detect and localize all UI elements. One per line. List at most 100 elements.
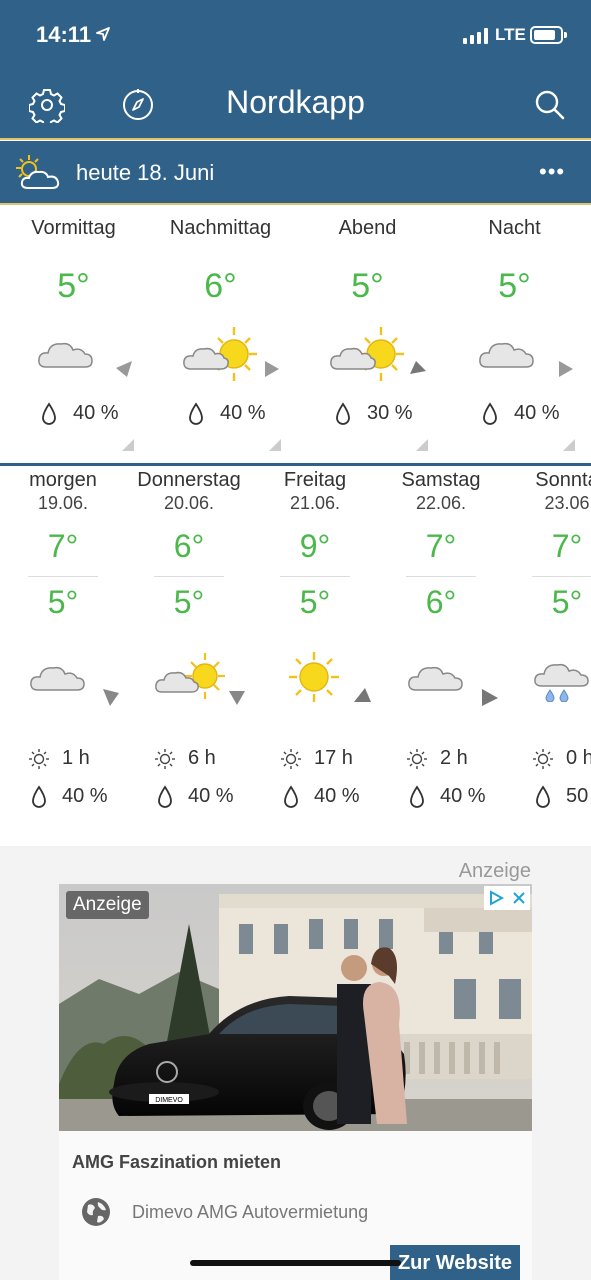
sun-cloud-icon	[330, 327, 404, 381]
location-arrow-icon	[96, 27, 110, 46]
rain-probability: 40 %	[220, 402, 266, 424]
period-nacht[interactable]: Nacht 5° 40 %	[441, 205, 588, 463]
ad-image[interactable]: DIMEVO Anzeige	[59, 884, 532, 1131]
period-vormittag[interactable]: Vormittag 5° 40 %	[0, 205, 147, 463]
sun-cloud-icon	[183, 327, 257, 381]
raindrop-icon	[483, 402, 497, 425]
rain-probability: 40 %	[514, 402, 560, 424]
close-icon[interactable]	[512, 891, 526, 905]
day-date: 22.06.	[415, 493, 467, 513]
battery-icon	[530, 26, 567, 44]
cloud-icon	[408, 666, 463, 691]
temp-separator	[154, 576, 224, 577]
period-temp: 6°	[204, 267, 237, 305]
period-temp: 5°	[351, 267, 384, 305]
day-header[interactable]: heute 18. Juni •••	[0, 141, 591, 203]
signal-icon	[463, 28, 488, 44]
rain-probability: 40 %	[73, 402, 119, 424]
forecast-day-donnerstag[interactable]: Donnerstag 20.06. 6° 5° 6 h 40 %	[126, 466, 252, 846]
temp-high: 9°	[299, 528, 331, 564]
sun-cloud-icon	[155, 653, 225, 699]
wind-direction-icon	[265, 361, 279, 377]
period-nachmittag[interactable]: Nachmittag 6° 40 %	[147, 205, 294, 463]
nav-bar: Nordkapp	[0, 70, 591, 140]
forecast-day-morgen[interactable]: morgen 19.06. 7° 5° 1 h 40 %	[0, 466, 126, 846]
raindrop-icon	[158, 785, 172, 808]
day-date: 20.06.	[163, 493, 215, 513]
ad-tag: Anzeige	[66, 891, 149, 919]
adchoices-icon[interactable]	[488, 890, 504, 906]
daily-forecast[interactable]: morgen 19.06. 7° 5° 1 h 40 % Donnerstag …	[0, 466, 591, 846]
rain-probability: 40 %	[62, 785, 108, 807]
status-time: 14:11	[36, 22, 92, 47]
forecast-day-freitag[interactable]: Freitag 21.06. 9° 5° 17 h 40 %	[252, 466, 378, 846]
ad-photo-car: DIMEVO	[59, 884, 532, 1131]
ad-card[interactable]: DIMEVO Anzeige AMG Faszination mieten Di…	[59, 884, 532, 1280]
sunshine-icon	[281, 749, 301, 769]
ad-choices[interactable]	[484, 886, 530, 910]
rain-probability: 40 %	[440, 785, 486, 807]
period-temp: 5°	[57, 267, 90, 305]
temp-separator	[280, 576, 350, 577]
ad-label: Anzeige	[458, 860, 531, 882]
rain-probability: 50	[566, 785, 589, 807]
sunshine-icon	[155, 749, 175, 769]
day-name: Freitag	[283, 469, 347, 491]
raindrop-icon	[336, 402, 350, 425]
sunshine-hours: 1 h	[62, 747, 90, 769]
sunshine-hours: 6 h	[188, 747, 216, 769]
wind-direction-icon	[559, 361, 573, 377]
wind-direction-icon	[482, 689, 498, 706]
top-bar: 14:11 LTE Nordkapp	[0, 0, 591, 140]
sunshine-hours: 17 h	[314, 747, 353, 769]
rain-cloud-icon	[534, 663, 589, 702]
cloud-icon	[38, 342, 93, 368]
day-name: Samstag	[401, 469, 481, 491]
day-name: Sonnta	[535, 469, 591, 491]
forecast-day-samstag[interactable]: Samstag 22.06. 7° 6° 2 h 40 %	[378, 466, 504, 846]
forecast-day-sonntag[interactable]: Sonnta 23.06 7° 5° 0 h 50	[504, 466, 591, 846]
ad-title[interactable]: AMG Faszination mieten	[72, 1152, 281, 1173]
expand-corner-icon	[563, 439, 575, 451]
location-title: Nordkapp	[226, 84, 365, 120]
expand-corner-icon	[122, 439, 134, 451]
temp-separator	[406, 576, 476, 577]
period-label: Abend	[338, 217, 397, 239]
rain-probability: 40 %	[188, 785, 234, 807]
day-label: heute 18. Juni	[76, 160, 215, 185]
sunshine-hours: 2 h	[440, 747, 468, 769]
raindrop-icon	[410, 785, 424, 808]
period-label: Vormittag	[31, 217, 116, 239]
temp-high: 7°	[551, 528, 583, 564]
cloud-icon	[30, 666, 85, 691]
temp-high: 7°	[425, 528, 457, 564]
raindrop-icon	[42, 402, 56, 425]
cloud-icon	[479, 342, 534, 368]
home-indicator[interactable]	[190, 1260, 401, 1266]
raindrop-icon	[189, 402, 203, 425]
day-name: morgen	[29, 469, 97, 491]
raindrop-icon	[284, 785, 298, 808]
temp-low: 5°	[299, 584, 331, 620]
sun-cloud-icon	[12, 153, 66, 198]
expand-corner-icon	[269, 439, 281, 451]
sunshine-icon	[533, 749, 553, 769]
search-icon[interactable]	[530, 85, 570, 125]
sunshine-icon	[29, 749, 49, 769]
more-options-button[interactable]: •••	[539, 159, 565, 185]
temp-separator	[28, 576, 98, 577]
day-name: Donnerstag	[137, 469, 241, 491]
visit-website-button[interactable]: Zur Website	[390, 1245, 520, 1280]
today-periods: Vormittag 5° 40 % Nachmittag 6° 40 % Abe…	[0, 205, 591, 463]
sunshine-icon	[407, 749, 427, 769]
day-date: 23.06	[544, 493, 590, 513]
temp-high: 7°	[47, 528, 79, 564]
wind-direction-icon	[354, 688, 371, 702]
temp-low: 6°	[425, 584, 457, 620]
rain-probability: 40 %	[314, 785, 360, 807]
wind-direction-icon	[229, 691, 245, 705]
raindrop-icon	[32, 785, 46, 808]
sun-icon	[289, 652, 339, 702]
day-date: 21.06.	[289, 493, 341, 513]
period-abend[interactable]: Abend 5° 30 %	[294, 205, 441, 463]
